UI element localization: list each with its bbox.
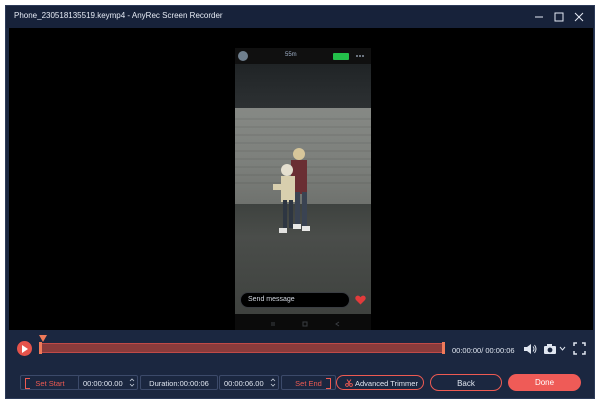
maximize-icon bbox=[554, 12, 564, 22]
video-frame bbox=[235, 108, 371, 314]
send-message-placeholder: Send message bbox=[248, 296, 295, 303]
set-start-button[interactable]: Set Start bbox=[20, 375, 80, 390]
playback-bar: 00:00:00/ 00:00:06 bbox=[6, 330, 594, 366]
back-label: Back bbox=[457, 379, 475, 388]
back-button[interactable]: Back bbox=[430, 374, 502, 391]
status-badge bbox=[333, 53, 349, 60]
start-time-value: 00:00:00.00 bbox=[83, 379, 123, 388]
heart-icon bbox=[355, 295, 366, 305]
end-time-value: 00:00:06.00 bbox=[224, 379, 264, 388]
scissors-icon bbox=[345, 379, 353, 387]
done-button[interactable]: Done bbox=[508, 374, 581, 391]
window-title: Phone_230518135519.keymp4 - AnyRec Scree… bbox=[14, 11, 223, 20]
chevron-down-icon[interactable] bbox=[559, 346, 566, 352]
advanced-trimmer-label: Advanced Trimmer bbox=[355, 379, 418, 388]
send-message-field: Send message bbox=[240, 292, 350, 308]
phone-status-time: 55m bbox=[285, 52, 297, 58]
minimize-icon bbox=[535, 16, 543, 18]
title-bar: Phone_230518135519.keymp4 - AnyRec Scree… bbox=[6, 6, 594, 28]
maximize-button[interactable] bbox=[549, 8, 569, 26]
close-icon bbox=[574, 12, 584, 22]
set-end-button[interactable]: Set End bbox=[281, 375, 336, 390]
phone-capture: 55m bbox=[235, 48, 371, 330]
end-time-field[interactable]: 00:00:06.00 bbox=[219, 375, 279, 390]
recorder-window: Phone_230518135519.keymp4 - AnyRec Scree… bbox=[5, 5, 595, 399]
time-readout: 00:00:00/ 00:00:06 bbox=[452, 346, 515, 355]
walking-people-image bbox=[273, 148, 310, 233]
fullscreen-icon[interactable] bbox=[573, 342, 586, 355]
playhead-marker-icon[interactable] bbox=[39, 335, 47, 343]
phone-nav-icons bbox=[271, 321, 340, 327]
advanced-trimmer-button[interactable]: Advanced Trimmer bbox=[336, 375, 424, 390]
start-time-stepper-icon[interactable] bbox=[129, 377, 135, 388]
minimize-button[interactable] bbox=[529, 8, 549, 26]
play-button[interactable] bbox=[17, 341, 32, 356]
trim-end-handle[interactable] bbox=[442, 342, 445, 354]
end-time-stepper-icon[interactable] bbox=[270, 377, 276, 388]
close-button[interactable] bbox=[569, 8, 589, 26]
timeline-slider[interactable] bbox=[39, 342, 445, 354]
camera-icon[interactable] bbox=[543, 343, 557, 355]
duration-display: Duration:00:00:06 bbox=[140, 375, 218, 390]
trim-controls: Set Start 00:00:00.00 Duration:00:00:06 … bbox=[6, 366, 594, 398]
set-start-label: Set Start bbox=[35, 379, 65, 388]
video-top-strip bbox=[235, 64, 371, 108]
bracket-right-icon bbox=[326, 378, 331, 389]
duration-label: Duration:00:00:06 bbox=[149, 379, 209, 388]
video-preview[interactable]: 55m Send message bbox=[9, 28, 593, 330]
volume-icon[interactable] bbox=[523, 343, 537, 355]
trim-start-handle[interactable] bbox=[39, 342, 42, 354]
more-icon bbox=[356, 55, 364, 57]
avatar bbox=[238, 51, 248, 61]
phone-status-bar: 55m bbox=[235, 48, 371, 64]
done-label: Done bbox=[534, 378, 555, 387]
play-icon bbox=[22, 344, 28, 353]
start-time-field[interactable]: 00:00:00.00 bbox=[78, 375, 138, 390]
